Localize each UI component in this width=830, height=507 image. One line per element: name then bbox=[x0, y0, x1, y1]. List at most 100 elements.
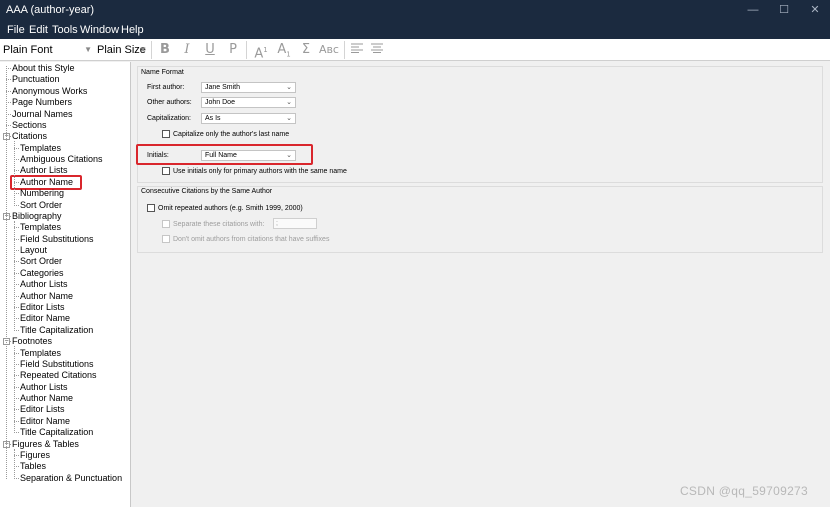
separate-citations-checkbox[interactable] bbox=[162, 220, 170, 228]
tree-item-label: Editor Name bbox=[20, 415, 71, 426]
tree-item-title-capitalization[interactable]: Title Capitalization bbox=[14, 324, 94, 336]
tree-item-tables[interactable]: Tables bbox=[14, 461, 47, 472]
initials-value: Full Name bbox=[205, 152, 237, 159]
tree-item-anonymous-works[interactable]: Anonymous Works bbox=[6, 85, 88, 97]
other-authors-label: Other authors: bbox=[147, 99, 192, 106]
tree-item-author-lists[interactable]: Author Lists bbox=[14, 279, 68, 290]
tree-branch-line bbox=[14, 346, 15, 434]
tree-item-journal-names[interactable]: Journal Names bbox=[6, 109, 73, 120]
tree-item-sort-order[interactable]: Sort Order bbox=[14, 256, 62, 267]
initials-label: Initials: bbox=[147, 152, 169, 159]
tree-item-author-lists[interactable]: Author Lists bbox=[14, 382, 68, 393]
tree-item-about-this-style[interactable]: About this Style bbox=[6, 63, 75, 74]
tree-item-label: Separation & Punctuation bbox=[20, 472, 123, 483]
tree-item-ambiguous-citations[interactable]: Ambiguous Citations bbox=[14, 154, 103, 165]
menu-tools[interactable]: Tools bbox=[50, 23, 80, 37]
tree-item-label: Punctuation bbox=[12, 74, 60, 85]
capitalization-label: Capitalization: bbox=[147, 115, 191, 122]
tree-item-label: Tables bbox=[20, 461, 47, 472]
omit-repeated-authors-checkbox[interactable] bbox=[147, 204, 155, 212]
tree-item-author-name[interactable]: Author Name bbox=[14, 393, 74, 404]
other-authors-value: John Doe bbox=[205, 99, 235, 106]
separator-input[interactable]: ; bbox=[273, 218, 317, 229]
capitalization-value: As Is bbox=[205, 115, 221, 122]
subscript-button[interactable]: A1 bbox=[275, 41, 293, 59]
small-caps-button[interactable]: Aʙᴄ bbox=[317, 41, 341, 59]
sigma-symbol-button[interactable]: Σ bbox=[297, 41, 315, 59]
tree-branch-line bbox=[14, 141, 15, 206]
tree-item-label: Templates bbox=[20, 347, 62, 358]
close-button[interactable]: ✕ bbox=[800, 2, 830, 18]
menu-file[interactable]: File bbox=[5, 23, 27, 37]
tree-item-punctuation[interactable]: Punctuation bbox=[6, 74, 60, 85]
tree-item-label: Anonymous Works bbox=[12, 85, 88, 96]
other-authors-select[interactable]: John Doe ⌄ bbox=[201, 97, 296, 108]
initials-select[interactable]: Full Name ⌄ bbox=[201, 150, 296, 161]
tree-item-label: Figures & Tables bbox=[12, 438, 79, 449]
tree-item-templates[interactable]: Templates bbox=[14, 222, 62, 233]
tree-item-label: Editor Name bbox=[20, 313, 71, 324]
tree-item-label: Title Capitalization bbox=[20, 324, 94, 335]
italic-button[interactable]: I bbox=[178, 41, 196, 59]
tree-item-editor-lists[interactable]: Editor Lists bbox=[14, 301, 65, 313]
size-select[interactable]: Plain Size ▼ bbox=[97, 41, 148, 59]
tree-item-field-substitutions[interactable]: Field Substitutions bbox=[14, 234, 94, 245]
tree-item-author-name[interactable]: Author Name bbox=[14, 291, 73, 302]
tree-item-sections[interactable]: Sections bbox=[6, 119, 47, 131]
tree-item-page-numbers[interactable]: Page Numbers bbox=[6, 97, 72, 108]
tree-item-editor-name[interactable]: Editor Name bbox=[14, 415, 71, 427]
tree-item-separation-punctuation[interactable]: Separation & Punctuation bbox=[14, 472, 123, 484]
plain-button[interactable]: P bbox=[224, 41, 242, 59]
tree-item-label: Categories bbox=[20, 267, 64, 278]
use-initials-checkbox[interactable] bbox=[162, 167, 170, 175]
tree-item-label: Sections bbox=[12, 119, 47, 130]
capitalization-select[interactable]: As Is ⌄ bbox=[201, 113, 296, 124]
tree-item-title-capitalization[interactable]: Title Capitalization bbox=[14, 427, 93, 438]
tree-item-editor-lists[interactable]: Editor Lists bbox=[14, 404, 65, 415]
tree-item-layout[interactable]: Layout bbox=[14, 245, 47, 256]
tree-item-footnotes[interactable]: Footnotes bbox=[6, 336, 52, 347]
align-left-icon[interactable] bbox=[348, 41, 366, 59]
tree-item-categories[interactable]: Categories bbox=[14, 267, 64, 279]
tree-item-templates[interactable]: Templates bbox=[14, 347, 62, 359]
tree-item-templates[interactable]: Templates bbox=[14, 142, 62, 154]
tree-item-citations[interactable]: Citations bbox=[6, 131, 47, 142]
font-select[interactable]: Plain Font ▼ bbox=[3, 41, 93, 59]
chevron-down-icon: ▼ bbox=[84, 45, 92, 54]
tree-item-bibliography[interactable]: Bibliography bbox=[6, 210, 62, 222]
chevron-down-icon: ⌄ bbox=[286, 84, 292, 91]
app-window: AAA (author-year) — ☐ ✕ File Edit Tools … bbox=[0, 0, 830, 507]
minimize-button[interactable]: — bbox=[738, 2, 768, 18]
superscript-button[interactable]: A1 bbox=[252, 41, 270, 62]
settings-panel: Name Format First author: Jane Smith ⌄ O… bbox=[133, 62, 830, 507]
tree-item-label: Templates bbox=[20, 142, 62, 153]
tree-item-figures[interactable]: Figures bbox=[14, 450, 50, 461]
tree-item-numbering[interactable]: Numbering bbox=[14, 188, 64, 199]
tree-item-label: Bibliography bbox=[12, 210, 62, 221]
tree-item-label: Author Name bbox=[20, 393, 74, 404]
tree-item-label: Editor Lists bbox=[20, 301, 65, 312]
menu-window[interactable]: Window bbox=[78, 23, 121, 37]
align-justify-icon[interactable] bbox=[368, 41, 386, 59]
tree-item-label: Templates bbox=[20, 222, 62, 233]
bold-button[interactable]: B bbox=[156, 41, 174, 59]
toolbar-separator bbox=[344, 41, 345, 59]
tree-item-sort-order[interactable]: Sort Order bbox=[14, 200, 62, 211]
chevron-down-icon: ▼ bbox=[139, 45, 147, 54]
underline-button[interactable]: U bbox=[201, 41, 219, 59]
first-author-select[interactable]: Jane Smith ⌄ bbox=[201, 82, 296, 93]
superscript-letter: A bbox=[254, 46, 264, 62]
maximize-button[interactable]: ☐ bbox=[769, 2, 799, 18]
menu-bar: File Edit Tools Window Help bbox=[0, 21, 830, 39]
menu-edit[interactable]: Edit bbox=[27, 23, 50, 37]
tree-item-figures-tables[interactable]: Figures & Tables bbox=[6, 438, 79, 450]
capitalize-last-name-checkbox[interactable] bbox=[162, 130, 170, 138]
window-title: AAA (author-year) bbox=[6, 4, 95, 16]
menu-help[interactable]: Help bbox=[119, 23, 146, 37]
separate-citations-label: Separate these citations with: bbox=[173, 221, 265, 228]
dont-omit-authors-checkbox[interactable] bbox=[162, 235, 170, 243]
tree-item-repeated-citations[interactable]: Repeated Citations bbox=[14, 370, 97, 381]
watermark: CSDN @qq_59709273 bbox=[679, 484, 808, 498]
tree-item-editor-name[interactable]: Editor Name bbox=[14, 313, 71, 324]
tree-item-field-substitutions[interactable]: Field Substitutions bbox=[14, 359, 94, 370]
